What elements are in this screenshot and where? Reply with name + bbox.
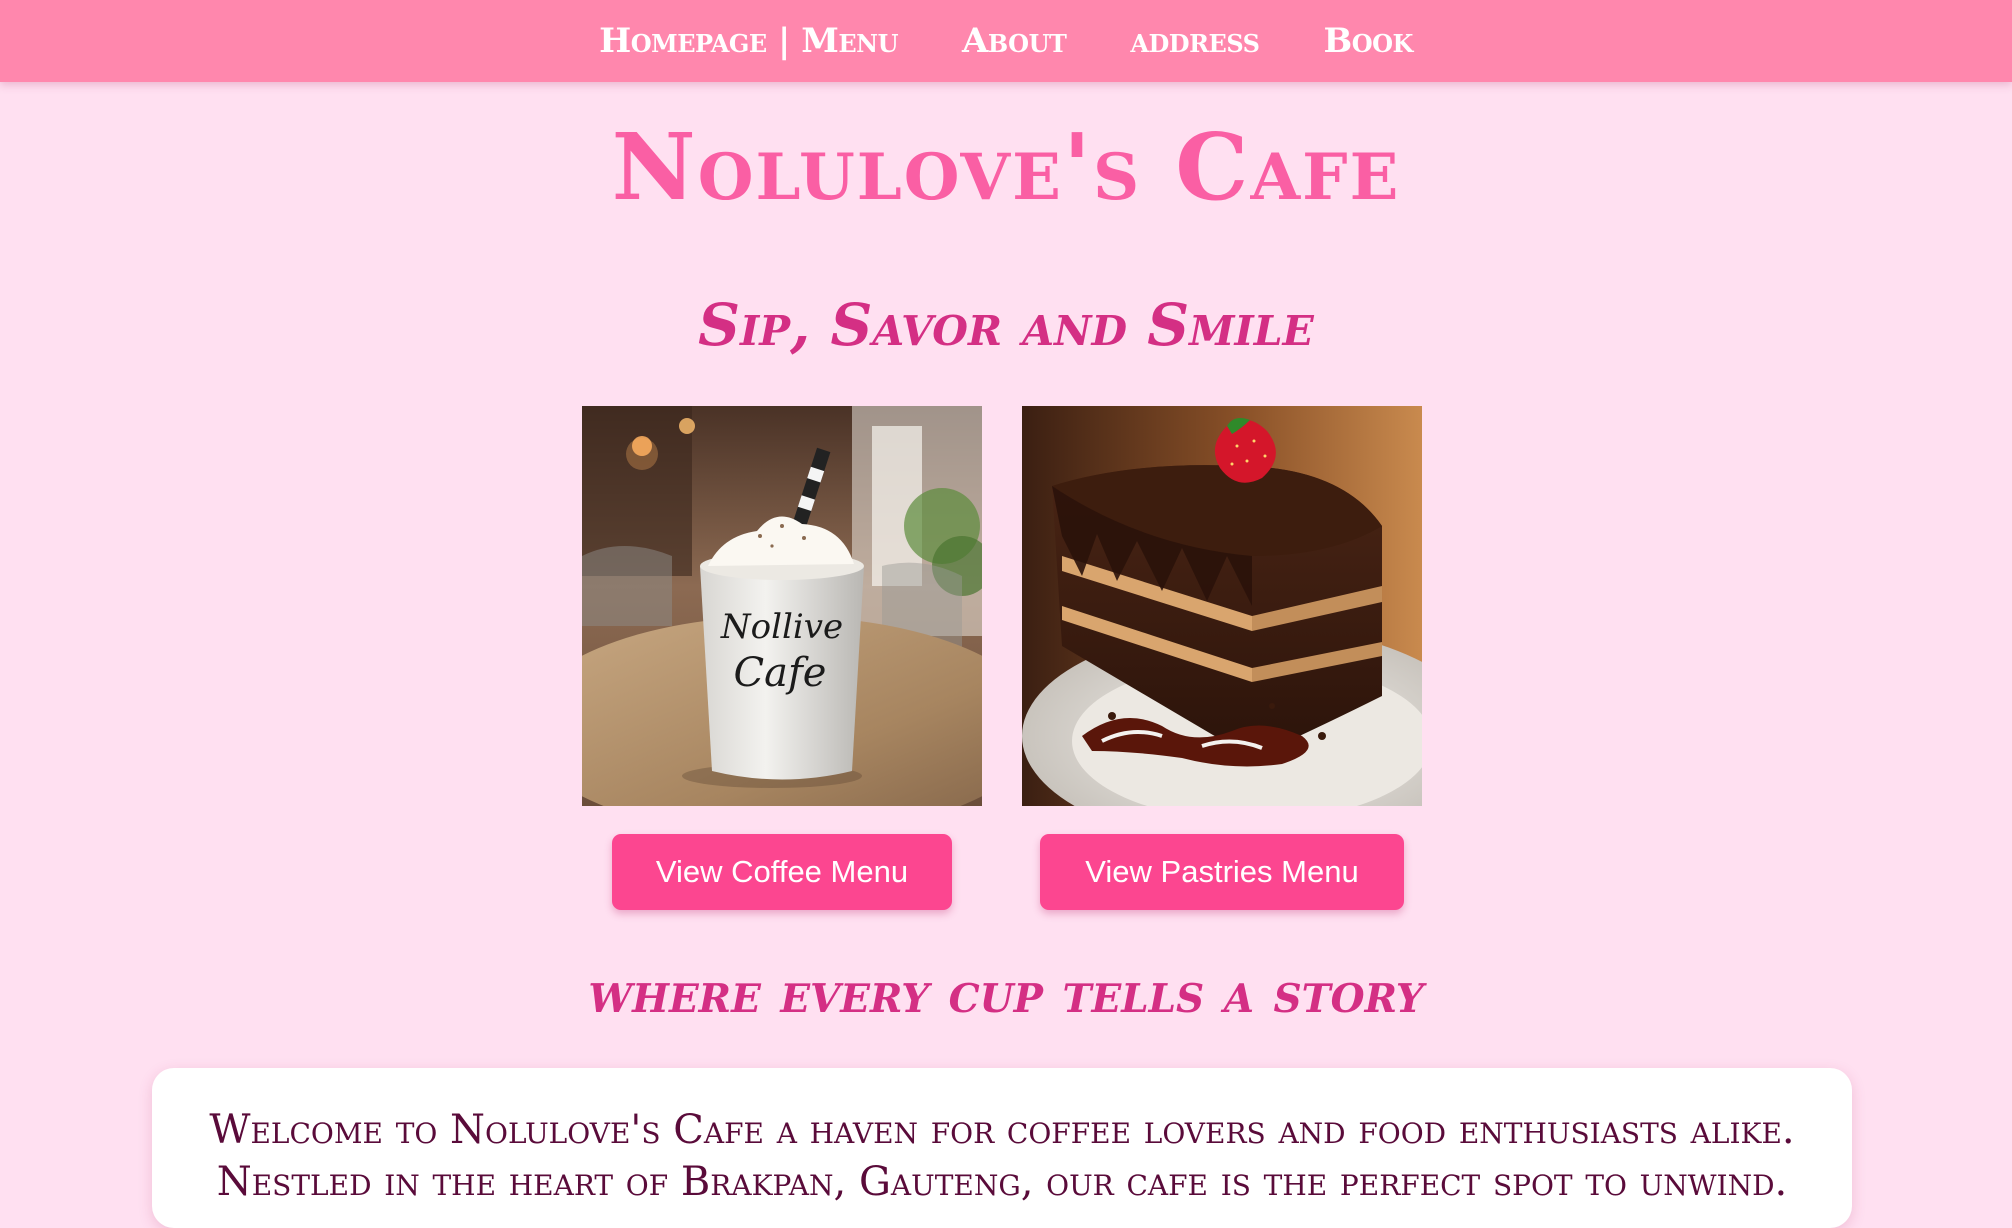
- welcome-card: Welcome to Nolulove's Cafe a haven for c…: [152, 1068, 1852, 1228]
- site-title: Nolulove's Cafe: [611, 113, 1401, 221]
- nav-link-address[interactable]: address: [1130, 21, 1260, 61]
- view-pastries-menu-button[interactable]: View Pastries Menu: [1040, 834, 1404, 910]
- welcome-text: Welcome to Nolulove's Cafe a haven for c…: [209, 1107, 1795, 1205]
- top-navbar: Homepage | Menu About address Book: [0, 0, 2012, 82]
- nav-link-homepage-menu[interactable]: Homepage | Menu: [599, 21, 898, 61]
- story-heading: where every cup tells a story: [588, 960, 1424, 1026]
- hero-tagline: Sip, Savor and Smile: [698, 291, 1314, 359]
- chocolate-cake-image: [1022, 406, 1422, 806]
- nav-link-about[interactable]: About: [962, 21, 1067, 61]
- nav-link-book[interactable]: Book: [1323, 21, 1413, 61]
- cup-text-line1: Nollive: [720, 607, 843, 647]
- cup-text-line2: Cafe: [734, 650, 827, 696]
- coffee-cup-image: Nollive Cafe: [582, 406, 982, 806]
- view-coffee-menu-button[interactable]: View Coffee Menu: [612, 834, 952, 910]
